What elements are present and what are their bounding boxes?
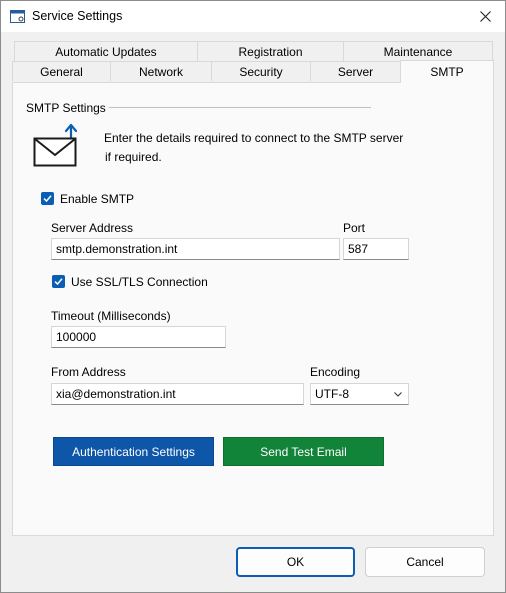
checkmark-icon: [43, 195, 52, 203]
close-icon: [479, 11, 491, 22]
timeout-input[interactable]: [51, 326, 226, 348]
port-label: Port: [343, 221, 366, 235]
mail-upload-icon: [33, 123, 78, 167]
title-bar: Service Settings: [1, 1, 505, 32]
authentication-settings-button[interactable]: Authentication Settings: [53, 437, 214, 466]
close-button[interactable]: [465, 1, 505, 32]
timeout-label: Timeout (Milliseconds): [51, 309, 171, 323]
smtp-description-line2: if required.: [105, 150, 162, 164]
window-title: Service Settings: [32, 9, 123, 23]
encoding-label: Encoding: [310, 365, 361, 379]
from-address-input[interactable]: [51, 383, 304, 405]
group-label-smtp-settings: SMTP Settings: [26, 101, 106, 115]
chevron-down-icon: [394, 392, 402, 397]
use-ssl-label: Use SSL/TLS Connection: [71, 275, 208, 289]
send-test-email-button[interactable]: Send Test Email: [223, 437, 384, 466]
encoding-select[interactable]: UTF-8: [310, 383, 409, 405]
ok-button[interactable]: OK: [236, 547, 355, 577]
group-divider: [109, 107, 371, 108]
tab-automatic-updates[interactable]: Automatic Updates: [14, 41, 198, 61]
enable-smtp-checkbox[interactable]: [41, 192, 54, 205]
checkmark-icon: [54, 278, 63, 286]
tab-registration[interactable]: Registration: [197, 41, 344, 61]
encoding-selected-value: UTF-8: [315, 387, 349, 401]
smtp-description-line1: Enter the details required to connect to…: [104, 131, 404, 145]
enable-smtp-label: Enable SMTP: [60, 192, 135, 206]
use-ssl-checkbox[interactable]: [52, 275, 65, 288]
tab-smtp[interactable]: SMTP: [400, 60, 494, 83]
tab-network[interactable]: Network: [110, 61, 212, 81]
server-address-label: Server Address: [51, 221, 134, 235]
tab-maintenance[interactable]: Maintenance: [343, 41, 493, 61]
service-settings-window: Service Settings Automatic Updates Regis…: [0, 0, 506, 593]
tab-security[interactable]: Security: [211, 61, 311, 81]
tab-server[interactable]: Server: [310, 61, 401, 81]
cancel-button[interactable]: Cancel: [365, 547, 485, 577]
server-address-input[interactable]: [51, 238, 340, 260]
port-input[interactable]: [343, 238, 409, 260]
app-window-icon: [10, 10, 25, 23]
tab-general[interactable]: General: [12, 61, 111, 81]
from-address-label: From Address: [51, 365, 126, 379]
